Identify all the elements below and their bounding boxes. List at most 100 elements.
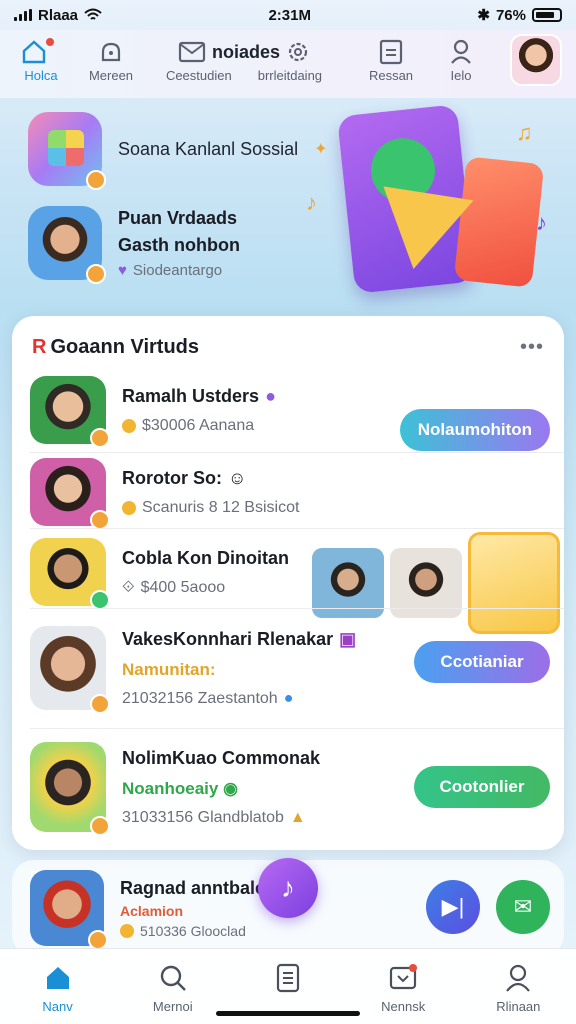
row-accent: Namunitan: (122, 659, 216, 679)
top-nav-label: Ielo (450, 68, 472, 83)
reply-icon: ◉ (223, 778, 238, 798)
row-name: Ramalh Ustders ● (122, 385, 276, 406)
coin-icon (120, 923, 134, 938)
music-fab-button[interactable]: ♪ (258, 858, 318, 918)
status-right: ✱ 76% (477, 6, 562, 24)
avatar (30, 626, 110, 714)
music-note-icon: ♪ (536, 210, 547, 235)
row-name: Rorotor So: ☺ (122, 467, 247, 488)
row-meta: $30006 Aanana (122, 417, 276, 435)
top-nav-label: Ressan (368, 68, 414, 83)
hero-row-top[interactable]: Soana Kanlanl Sossial ✦ (28, 112, 328, 190)
top-nav-item-mereen[interactable]: Mereen (76, 36, 146, 83)
badge-icon: ▣ (339, 628, 357, 649)
tab-label: Mernoi (152, 999, 193, 1014)
list-item[interactable]: Rorotor So: ☺ Scanuris 8 12 Bsisicot (30, 458, 550, 530)
row-name: NolimKuao Commonak (122, 747, 321, 768)
hero-subtitle-row: ♥ Siodeantargo (118, 262, 240, 279)
top-nav-item-center[interactable]: noiades Ceestudien brrleitdaing (146, 36, 342, 84)
music-note-icon: ♫ (516, 120, 533, 145)
clock: 2:31M (268, 6, 311, 24)
row-accent: Aclamion (120, 902, 184, 919)
bell-lock-icon (97, 36, 125, 68)
row-meta: 21032156 Zaestantoh ● (122, 689, 294, 707)
hero-row-profile[interactable]: Puan Vrdaads Gasth nohbon ♥ Siodeantargo (28, 206, 240, 284)
row-meta: 31033156 Glandblatob ▲ (122, 808, 306, 826)
cube-app-icon (28, 112, 106, 190)
avatar (30, 538, 110, 610)
inbox-icon (390, 964, 418, 990)
hero-name-line1: Puan Vrdaads (118, 207, 238, 228)
gallery-popup[interactable] (468, 532, 560, 634)
top-nav-item-home[interactable]: Holca (6, 36, 76, 83)
document-icon (276, 963, 300, 993)
top-nav-item-ielo[interactable]: Ielo (426, 36, 496, 83)
avatar (30, 376, 110, 448)
hero-subtitle: Siodeantargo (132, 261, 223, 279)
tag-icon: ⟐ (122, 578, 135, 596)
coin-icon (122, 500, 136, 515)
music-note-icon: ♪ (281, 872, 295, 903)
hero-avatar (28, 206, 106, 284)
card-title-text: Goaann Virtuds (50, 336, 199, 358)
tab-label: Nennsk (381, 999, 426, 1014)
top-nav-center-title: noiades (211, 41, 281, 62)
top-nav-label: Mereen (88, 68, 134, 83)
carrier-label: Rlaaa (38, 6, 79, 24)
status-left: Rlaaa (14, 7, 102, 24)
battery-icon (531, 8, 562, 22)
profile-avatar[interactable] (510, 34, 562, 86)
row-action-button[interactable]: Nolaumohiton (399, 409, 550, 451)
media-thumbnails (312, 532, 560, 634)
tab-profile[interactable]: Rlinaan (473, 963, 563, 1024)
row-meta: ⟐ $400 5aooo (122, 578, 226, 596)
settings-icon (288, 42, 308, 62)
row-action-button[interactable]: Cootonlier (414, 766, 550, 808)
battery-percent: 76% (495, 6, 526, 24)
more-options-icon[interactable]: ••• (520, 336, 544, 359)
virtuals-card: R Goaann Virtuds ••• Ramalh Ustders ● $30… (12, 316, 564, 850)
divider (30, 608, 564, 609)
divider (30, 528, 564, 529)
tab-label: Nanv (42, 999, 73, 1014)
row-name: Cobla Kon Dinoitan (122, 547, 289, 568)
hero-title: Soana Kanlanl Sossial (118, 138, 299, 159)
top-nav-item-ressan[interactable]: Ressan (356, 36, 426, 83)
hero-section: Soana Kanlanl Sossial ✦ Puan Vrdaads Gas… (0, 100, 576, 310)
top-nav-center-icons: noiades (178, 36, 310, 68)
chat-button[interactable]: ✉ (496, 880, 550, 934)
wifi-icon (84, 8, 102, 20)
home-icon (46, 967, 69, 989)
tab-home[interactable]: Nanv (13, 963, 103, 1024)
row-accent: Noanhoeaiy ◉ (122, 778, 238, 798)
top-nav-label: brrleitdaing (257, 68, 323, 83)
avatar (30, 742, 110, 836)
emoji-icon: ☺ (227, 467, 247, 488)
check-icon: ● (283, 689, 294, 707)
coin-icon (122, 418, 136, 433)
warning-icon: ▲ (289, 808, 306, 826)
status-bar: Rlaaa 2:31M ✱ 76% (0, 0, 576, 30)
verified-icon: ● (265, 385, 276, 406)
search-icon (160, 965, 186, 991)
next-button[interactable]: ▶| (426, 880, 480, 934)
row-action-button[interactable]: Ccotianiar (414, 641, 550, 683)
sparkle-icon: ✦ (314, 141, 328, 158)
tab-search[interactable]: Mernoi (128, 963, 218, 1024)
avatar (30, 458, 110, 530)
card-header: R Goaann Virtuds ••• (32, 336, 544, 359)
divider (30, 452, 564, 453)
card-title-prefix: R (32, 336, 47, 358)
row-meta: Scanuris 8 12 Bsisicot (122, 499, 299, 517)
hero-illustration: ♪ ♫ ♪ (306, 104, 556, 300)
home-icon (20, 36, 62, 68)
mail-icon (178, 41, 206, 63)
avatar (30, 870, 108, 950)
tab-inbox[interactable]: Nennsk (358, 963, 448, 1024)
row-name: VakesKonnhari Rlenakar ▣ (122, 628, 357, 649)
top-nav-label: Holca (24, 68, 58, 83)
home-indicator (216, 1011, 360, 1016)
user-icon (448, 36, 474, 68)
heart-icon: ♥ (118, 261, 127, 279)
divider (30, 728, 564, 729)
